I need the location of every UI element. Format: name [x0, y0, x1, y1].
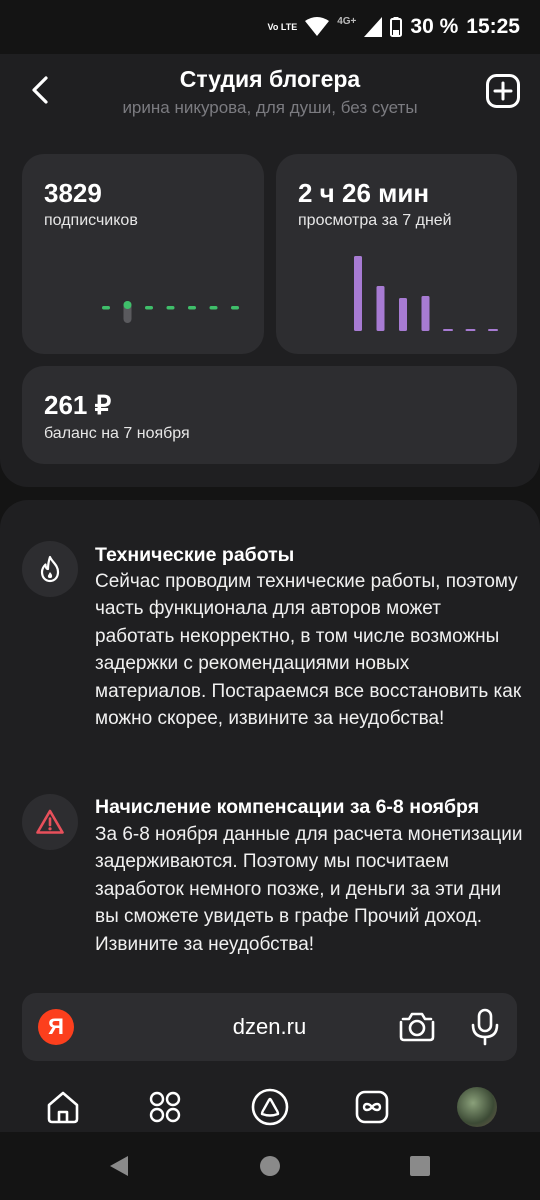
- status-indicators: Vo LTE 4G+ 30 % 15:25: [268, 12, 520, 42]
- network-type: 4G+: [337, 15, 357, 27]
- subscribers-chart-mark: [209, 306, 218, 310]
- notice-title: Начисление компенсации за 6-8 ноября: [95, 796, 480, 818]
- url-text[interactable]: dzen.ru: [22, 1014, 517, 1040]
- views-card[interactable]: 2 ч 26 мин просмотра за 7 дней: [276, 154, 517, 354]
- signal-icon: [364, 17, 383, 37]
- voice-search-button[interactable]: [465, 1007, 505, 1047]
- channel-subtitle: ирина никурова, для души, без суеты: [122, 98, 418, 117]
- infinity-icon: [355, 1090, 389, 1124]
- status-bar: Vo LTE 4G+ 30 % 15:25: [0, 0, 540, 54]
- triangle-back-icon: [110, 1156, 128, 1176]
- subscribers-chart-mark: [188, 306, 196, 310]
- system-navigation-bar: [0, 1132, 540, 1200]
- camera-search-button[interactable]: [397, 1007, 437, 1047]
- home-icon: [47, 1091, 79, 1124]
- alice-icon: [251, 1088, 289, 1126]
- notice-icon: [22, 794, 78, 850]
- views-chart-bar: [354, 256, 362, 331]
- plus-icon: [486, 74, 520, 108]
- views-chart-bar: [399, 298, 407, 331]
- square-recents-icon: [410, 1156, 430, 1176]
- views-chart: [354, 256, 498, 331]
- notice-title: Технические работы: [95, 544, 295, 566]
- battery-icon: [390, 17, 403, 37]
- add-content-button[interactable]: [486, 74, 520, 108]
- microphone-icon: [471, 1008, 499, 1046]
- views-chart-bar: [488, 329, 498, 331]
- nav-services[interactable]: [145, 1087, 185, 1127]
- app-header: Студия блогера ирина никурова, для души,…: [0, 54, 540, 132]
- subscribers-chart-mark: [231, 306, 239, 310]
- notice-icon: [22, 541, 78, 597]
- battery-percent: 30 %: [410, 15, 459, 38]
- balance-amount: 261 ₽: [44, 390, 112, 420]
- notice-body: Сейчас проводим технические работы, поэт…: [95, 571, 522, 730]
- subscribers-chart-mark-top: [123, 301, 132, 309]
- subscribers-chart-mark: [145, 306, 153, 310]
- volte-indicator: Vo LTE: [267, 21, 298, 32]
- balance-card[interactable]: 261 ₽ баланс на 7 ноября: [22, 366, 517, 464]
- flame-icon: [40, 555, 60, 583]
- views-chart-bar: [465, 329, 476, 331]
- camera-icon: [399, 1012, 435, 1042]
- system-back-button[interactable]: [107, 1154, 131, 1178]
- clock: 15:25: [466, 15, 520, 38]
- nav-alice[interactable]: [250, 1087, 290, 1127]
- grid-icon: [149, 1091, 181, 1123]
- views-chart-bar: [421, 296, 430, 331]
- subscribers-chart-mark: [102, 306, 110, 310]
- avatar[interactable]: [457, 1087, 497, 1127]
- circle-home-icon: [260, 1156, 280, 1176]
- views-chart-bar: [443, 329, 453, 331]
- page-title: Студия блогера: [179, 66, 361, 92]
- stats-panel: 3829 подписчиков 2 ч 26 мин просмотра за…: [0, 132, 540, 487]
- subscribers-chart-mark: [166, 306, 175, 310]
- subscribers-card[interactable]: 3829 подписчиков: [22, 154, 264, 354]
- system-home-button[interactable]: [258, 1154, 282, 1178]
- notice-body: За 6-8 ноября данные для расчета монетиз…: [95, 824, 523, 955]
- system-recents-button[interactable]: [408, 1154, 432, 1178]
- balance-label: баланс на 7 ноября: [44, 425, 190, 442]
- nav-home[interactable]: [43, 1087, 83, 1127]
- warning-icon: [36, 809, 64, 834]
- nav-feed[interactable]: [352, 1087, 392, 1127]
- address-bar[interactable]: Я dzen.ru: [22, 993, 517, 1061]
- wifi-icon: [305, 17, 330, 36]
- views-chart-bar: [376, 286, 385, 331]
- subscribers-chart: [102, 301, 239, 323]
